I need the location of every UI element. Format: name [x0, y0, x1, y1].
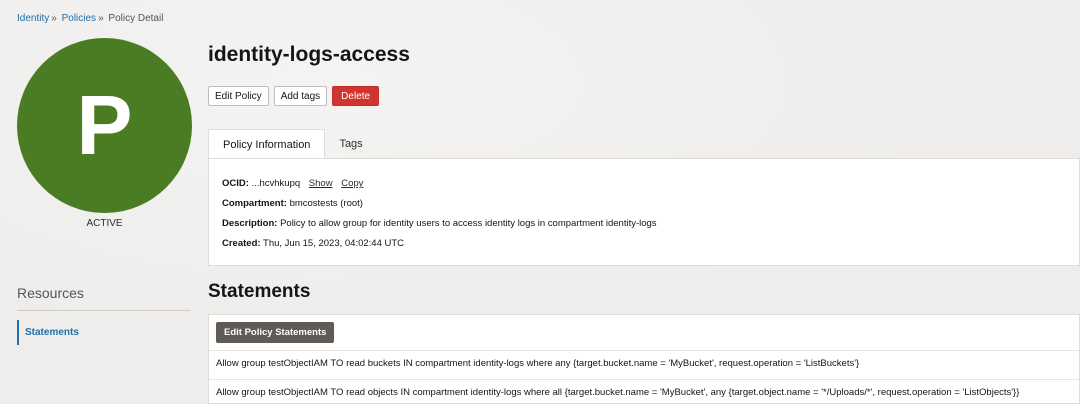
breadcrumb-policies[interactable]: Policies	[62, 13, 96, 24]
tab-policy-information[interactable]: Policy Information	[208, 129, 326, 159]
compartment-label: Compartment:	[222, 198, 287, 209]
add-tags-button[interactable]: Add tags	[273, 86, 328, 106]
policy-avatar: P	[17, 38, 192, 213]
ocid-label: OCID:	[222, 178, 249, 189]
breadcrumb-current: Policy Detail	[108, 13, 164, 24]
status-label: ACTIVE	[86, 218, 123, 229]
delete-button[interactable]: Delete	[332, 86, 380, 106]
tab-bar: Policy Information Tags	[208, 129, 377, 159]
statement-row: Allow group testObjectIAM TO read object…	[209, 379, 1079, 404]
resource-item-statements[interactable]: Statements	[17, 320, 79, 345]
ocid-value: ...hcvhkupq	[251, 178, 301, 189]
description-value: Policy to allow group for identity users…	[280, 218, 657, 229]
edit-policy-statements-button[interactable]: Edit Policy Statements	[216, 322, 335, 343]
action-bar: Edit Policy Add tags Delete	[208, 86, 380, 106]
statements-heading: Statements	[208, 281, 311, 302]
created-row: Created: Thu, Jun 15, 2023, 04:02:44 UTC	[222, 238, 404, 249]
compartment-value: bmcostests (root)	[289, 198, 363, 209]
compartment-row: Compartment: bmcostests (root)	[222, 198, 363, 209]
created-value: Thu, Jun 15, 2023, 04:02:44 UTC	[263, 238, 405, 249]
description-label: Description:	[222, 218, 278, 229]
page-title: identity-logs-access	[208, 43, 410, 66]
avatar-letter: P	[76, 78, 133, 172]
ocid-show-link[interactable]: Show	[309, 178, 333, 189]
policy-info-panel: OCID: ...hcvhkupq Show Copy Compartment:…	[208, 158, 1080, 266]
resources-divider	[17, 310, 190, 311]
edit-policy-button[interactable]: Edit Policy	[208, 86, 269, 106]
description-row: Description: Policy to allow group for i…	[222, 218, 657, 229]
tab-tags[interactable]: Tags	[325, 129, 376, 159]
statement-row: Allow group testObjectIAM TO read bucket…	[209, 350, 1079, 376]
breadcrumb-separator: »	[51, 13, 57, 24]
resources-heading: Resources	[17, 285, 84, 301]
created-label: Created:	[222, 238, 261, 249]
ocid-row: OCID: ...hcvhkupq Show Copy	[222, 178, 363, 189]
breadcrumb: Identity» Policies» Policy Detail	[17, 13, 163, 24]
breadcrumb-separator: »	[98, 13, 104, 24]
ocid-copy-link[interactable]: Copy	[341, 178, 363, 189]
breadcrumb-identity[interactable]: Identity	[17, 13, 49, 24]
statements-panel: Edit Policy Statements Allow group testO…	[208, 314, 1080, 404]
